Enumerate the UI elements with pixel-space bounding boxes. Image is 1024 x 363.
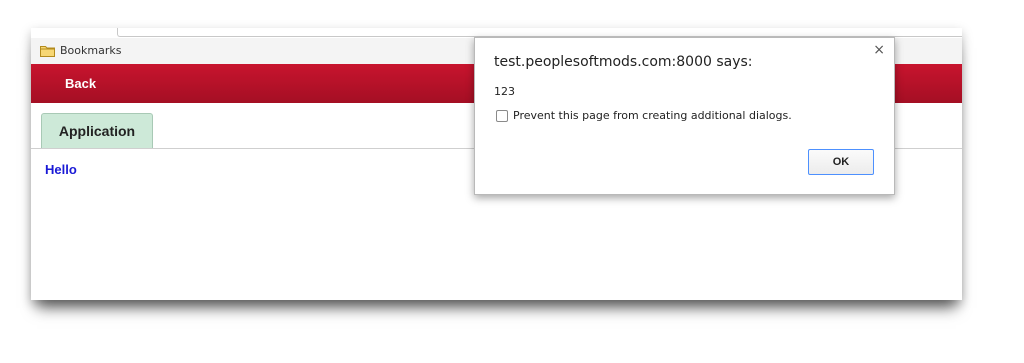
greeting-text: Hello [45,162,77,177]
prevent-dialogs-checkbox[interactable] [496,110,508,122]
screenshot-stage: Bookmarks Back Application Hello × test.… [0,0,1024,363]
back-button[interactable]: Back [65,76,96,91]
alert-dialog: × test.peoplesoftmods.com:8000 says: 123… [474,37,895,195]
dialog-message: 123 [494,85,515,98]
prevent-dialogs-label[interactable]: Prevent this page from creating addition… [513,109,792,122]
bookmarks-folder-label[interactable]: Bookmarks [60,44,121,57]
dialog-title: test.peoplesoftmods.com:8000 says: [494,54,753,70]
tab-application[interactable]: Application [41,113,153,148]
close-icon[interactable]: × [873,42,885,58]
ok-button[interactable]: OK [808,149,874,175]
address-bar-edge [117,28,962,37]
folder-icon[interactable] [40,44,55,57]
